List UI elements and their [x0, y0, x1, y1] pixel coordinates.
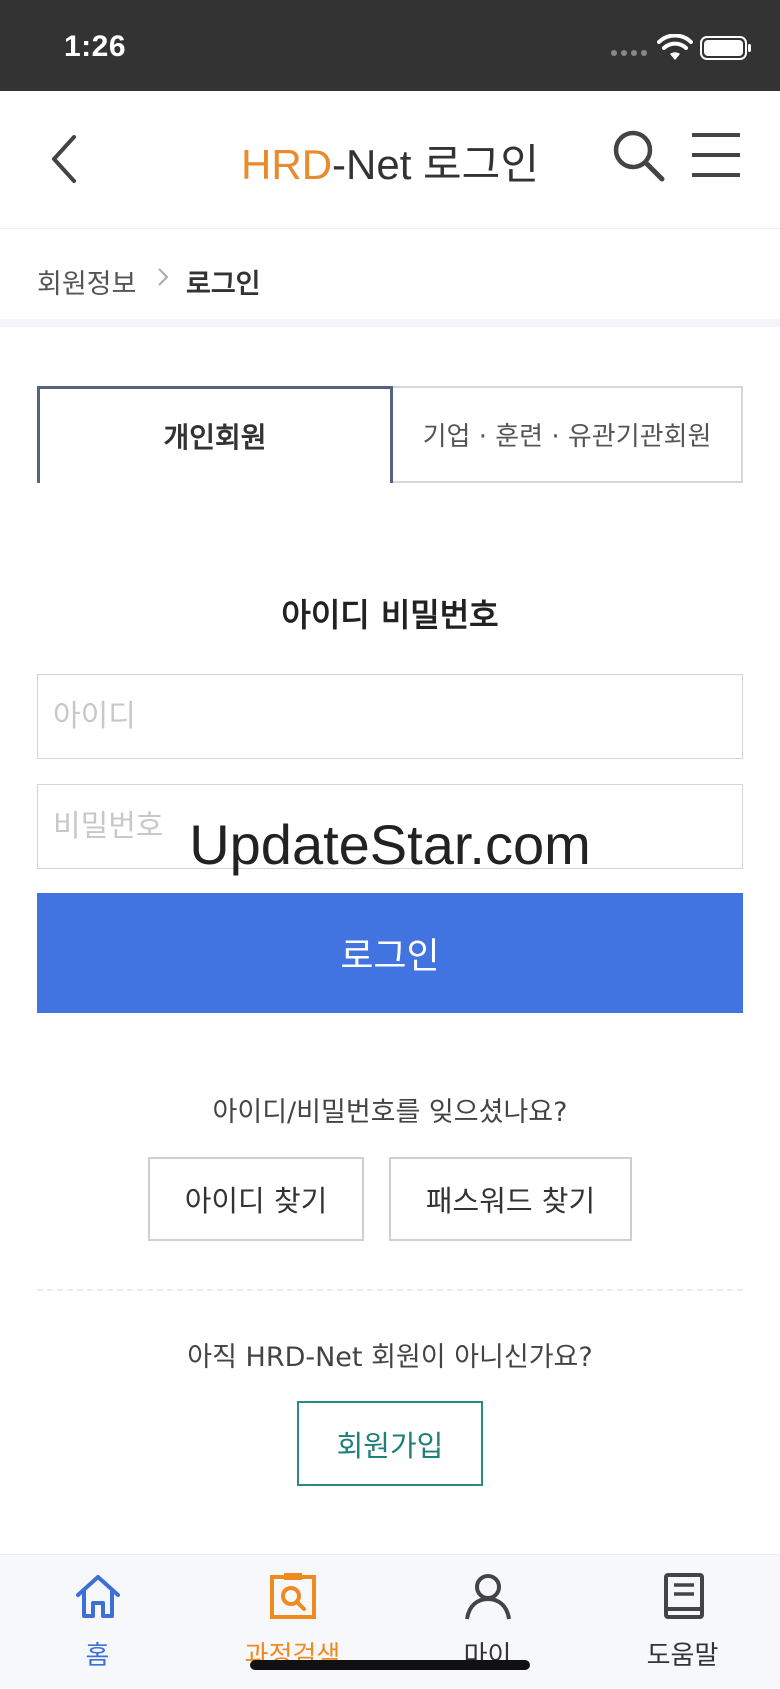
battery-icon	[700, 36, 751, 60]
nav-label-home: 홈	[85, 1641, 110, 1671]
breadcrumb-item-member-info[interactable]: 회원정보	[37, 262, 136, 301]
signup-prompt-text: 아직 HRD-Net 회원이 아니신가요?	[187, 1342, 593, 1373]
user-icon	[465, 1574, 511, 1620]
chevron-right-icon	[158, 268, 169, 286]
login-button[interactable]: 로그인	[37, 893, 743, 1013]
status-time: 1:26	[64, 30, 127, 63]
course-search-icon	[270, 1573, 316, 1619]
breadcrumb: 회원정보 로그인	[0, 229, 780, 327]
brand-text: HRD	[241, 141, 333, 188]
divider	[37, 1289, 743, 1291]
nav-label-help: 도움말	[646, 1641, 719, 1671]
app-header: HRD-Net 로그인	[0, 91, 780, 229]
status-bar: 1:26	[0, 0, 780, 91]
member-type-tabs: 개인회원 기업 · 훈련 · 유관기관회원	[37, 386, 743, 483]
login-section-title: 아이디 비밀번호	[281, 596, 499, 634]
hamburger-menu-icon[interactable]	[690, 131, 742, 179]
forgot-credentials-text: 아이디/비밀번호를 잊으셨나요?	[212, 1097, 568, 1128]
find-password-button[interactable]: 패스워드 찾기	[389, 1157, 632, 1241]
home-indicator	[250, 1660, 530, 1670]
signup-button[interactable]: 회원가입	[297, 1401, 483, 1486]
home-icon	[76, 1575, 120, 1618]
find-id-button[interactable]: 아이디 찾기	[148, 1157, 364, 1241]
id-input[interactable]	[37, 674, 743, 759]
nav-item-help[interactable]: 도움말	[585, 1555, 780, 1689]
breadcrumb-item-current: 로그인	[186, 269, 261, 300]
tab-corporate-member[interactable]: 기업 · 훈련 · 유관기관회원	[393, 386, 743, 483]
signal-dots-icon	[611, 50, 647, 56]
nav-item-home[interactable]: 홈	[0, 1555, 195, 1689]
tab-personal-member[interactable]: 개인회원	[37, 386, 393, 483]
search-icon[interactable]	[610, 127, 666, 183]
password-input[interactable]	[37, 784, 743, 869]
wifi-icon	[657, 34, 693, 60]
help-book-icon	[664, 1573, 704, 1619]
title-text: -Net 로그인	[332, 141, 539, 188]
